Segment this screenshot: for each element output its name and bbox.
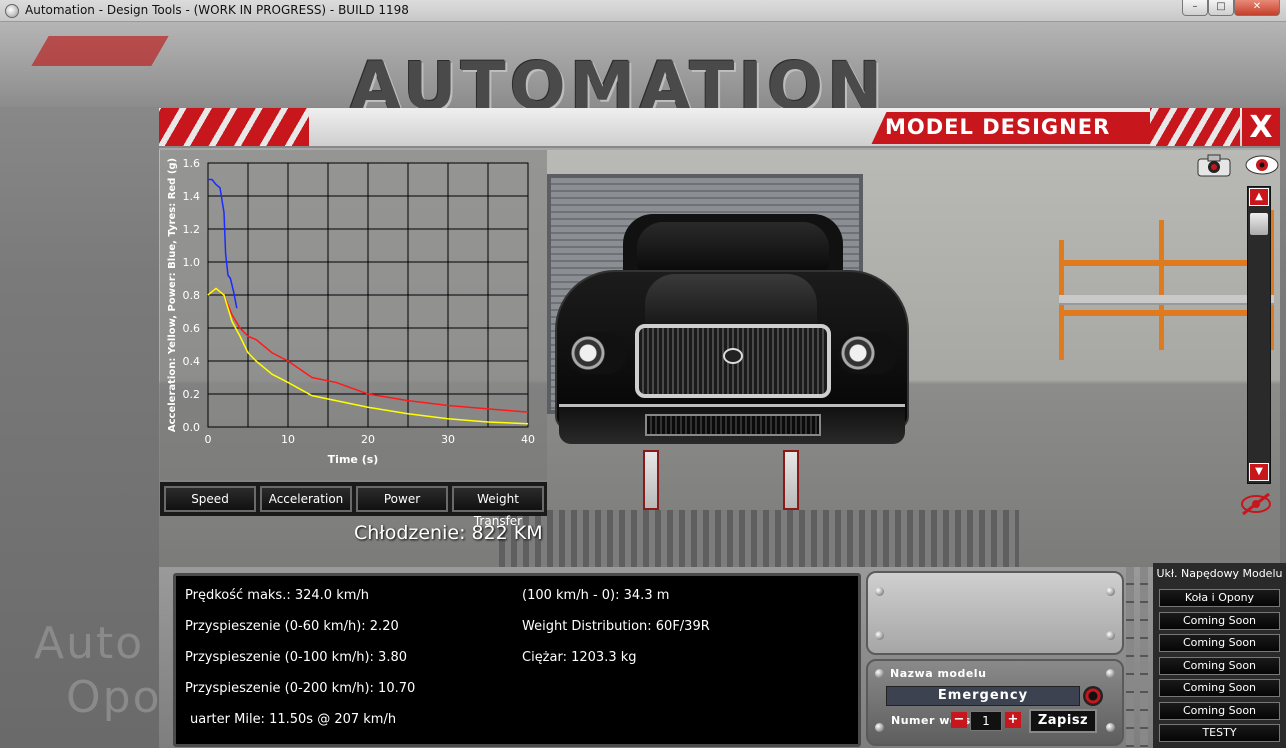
- scroll-down-button[interactable]: ▼: [1249, 463, 1269, 481]
- stat-weight-distribution: Weight Distribution: 60F/39R: [522, 619, 710, 634]
- chart-y-tick-label: 1.6: [183, 157, 201, 170]
- tab-acceleration[interactable]: Acceleration: [260, 486, 352, 512]
- car-model[interactable]: [545, 214, 919, 464]
- menu-item-coming-soon[interactable]: Coming Soon: [1159, 679, 1280, 697]
- hide-overlay-icon[interactable]: [1239, 490, 1273, 518]
- stat-accel-0-60: Przyspieszenie (0-60 km/h): 2.20: [185, 619, 399, 634]
- menu-item-coming-soon[interactable]: Coming Soon: [1159, 634, 1280, 652]
- performance-chart: 0.0 0.2 0.4 0.6 0.8 1.0 1.2 1.4 1.6 0 10 20 30 40 Time…: [160, 150, 547, 480]
- stat-accel-0-100: Przyspieszenie (0-100 km/h): 3.80: [185, 650, 408, 665]
- shelf-post: [1159, 220, 1164, 350]
- metal-plate: [866, 571, 1124, 655]
- designer-close-button[interactable]: X: [1242, 108, 1280, 146]
- stat-top-speed: Prędkość maks.: 324.0 km/h: [185, 588, 370, 603]
- side-rail: [1126, 567, 1134, 748]
- chart-x-tick-label: 0: [205, 433, 212, 446]
- rivet: [875, 723, 884, 732]
- chart-y-tick-label: 1.2: [183, 223, 201, 236]
- rivet: [1106, 669, 1115, 678]
- model-name-input[interactable]: Emergency: [886, 686, 1080, 706]
- version-decrement-button[interactable]: −: [951, 712, 967, 728]
- background-decoration: [31, 36, 169, 66]
- window-close-button[interactable]: ✕: [1234, 0, 1280, 16]
- shelf-beam: [1059, 260, 1274, 266]
- chart-y-tick-label: 0.6: [183, 322, 201, 335]
- side-menu: Ukł. Napędowy Modelu Koła i Opony Coming…: [1153, 563, 1286, 748]
- menu-item-testy[interactable]: TESTY: [1159, 724, 1280, 742]
- stat-weight: Ciężar: 1203.3 kg: [522, 650, 637, 665]
- save-button[interactable]: Zapisz: [1029, 709, 1097, 733]
- tab-power[interactable]: Power: [356, 486, 448, 512]
- stat-braking: (100 km/h - 0): 34.3 m: [522, 588, 670, 603]
- menu-title: Ukł. Napędowy Modelu: [1156, 567, 1283, 580]
- stat-accel-0-200: Przyspieszenie (0-200 km/h): 10.70: [185, 681, 416, 696]
- window-title: Automation - Design Tools - (WORK IN PRO…: [25, 3, 409, 17]
- stat-quarter-mile: uarter Mile: 11.50s @ 207 km/h: [190, 712, 397, 727]
- menu-item-wheels-tyres[interactable]: Koła i Opony: [1159, 589, 1280, 607]
- chart-y-tick-label: 1.0: [183, 256, 201, 269]
- eye-icon[interactable]: [1244, 154, 1280, 176]
- background-text: Auto: [34, 618, 145, 669]
- view-scrollbar[interactable]: ▲ ▼: [1247, 186, 1271, 484]
- car-windshield: [637, 222, 829, 270]
- rivet: [1106, 723, 1115, 732]
- version-value: 1: [970, 711, 1002, 731]
- chart-x-tick-label: 40: [521, 433, 535, 446]
- car-headlight: [567, 332, 627, 374]
- scroll-thumb[interactable]: [1250, 213, 1268, 235]
- car-headlight: [837, 332, 897, 374]
- app-icon: [5, 4, 19, 18]
- car-emblem: [723, 348, 743, 364]
- chart-x-axis-label: Time (s): [328, 453, 379, 466]
- minimize-button[interactable]: –: [1182, 0, 1208, 16]
- header-stripes: [159, 108, 309, 146]
- camera-icon[interactable]: [1196, 152, 1232, 178]
- bottom-panel: Prędkość maks.: 324.0 km/h Przyspieszeni…: [159, 567, 1286, 748]
- tab-weight-transfer[interactable]: Weight Transfer: [452, 486, 544, 528]
- tab-speed[interactable]: Speed: [164, 486, 256, 512]
- background-text: Opo: [66, 672, 162, 723]
- window-titlebar: Automation - Design Tools - (WORK IN PRO…: [0, 0, 1286, 22]
- menu-item-coming-soon[interactable]: Coming Soon: [1159, 702, 1280, 720]
- chart-x-tick-label: 10: [281, 433, 295, 446]
- chart-x-tick-label: 30: [441, 433, 455, 446]
- shelf-beam: [1059, 310, 1274, 316]
- car-bumper-vent: [645, 414, 821, 436]
- rivet: [875, 631, 884, 640]
- stats-panel: Prędkość maks.: 324.0 km/h Przyspieszeni…: [173, 573, 861, 747]
- menu-item-coming-soon[interactable]: Coming Soon: [1159, 657, 1280, 675]
- shelf-board: [1059, 295, 1274, 305]
- chart-tab-bar: Speed Acceleration Power Weight Transfer: [160, 482, 547, 528]
- rivet: [1106, 587, 1115, 596]
- chart-y-axis-label: Acceleration: Yellow, Power: Blue, Tyres…: [167, 158, 178, 432]
- maximize-button[interactable]: □: [1208, 0, 1234, 16]
- chart-y-tick-label: 0.2: [183, 388, 201, 401]
- header-stripes: [1150, 108, 1240, 146]
- model-name-label: Nazwa modelu: [890, 667, 987, 680]
- designer-title: MODEL DESIGNER: [885, 115, 1111, 139]
- chart-y-tick-label: 0.8: [183, 289, 201, 302]
- rivet: [1106, 631, 1115, 640]
- rivet: [875, 587, 884, 596]
- scroll-up-button[interactable]: ▲: [1249, 188, 1269, 206]
- designer-header: MODEL DESIGNER X: [159, 108, 1280, 148]
- chart-svg: 0.0 0.2 0.4 0.6 0.8 1.0 1.2 1.4 1.6 0 10 20 30 40 Time…: [167, 157, 535, 466]
- chart-y-tick-label: 0.4: [183, 355, 201, 368]
- rivet: [875, 669, 884, 678]
- version-increment-button[interactable]: +: [1005, 712, 1021, 728]
- chart-y-tick-label: 0.0: [183, 421, 201, 434]
- menu-item-coming-soon[interactable]: Coming Soon: [1159, 612, 1280, 630]
- gear-icon[interactable]: [1083, 686, 1103, 706]
- chart-x-tick-label: 20: [361, 433, 375, 446]
- chart-y-tick-label: 1.4: [183, 190, 201, 203]
- side-rail: [1140, 567, 1148, 748]
